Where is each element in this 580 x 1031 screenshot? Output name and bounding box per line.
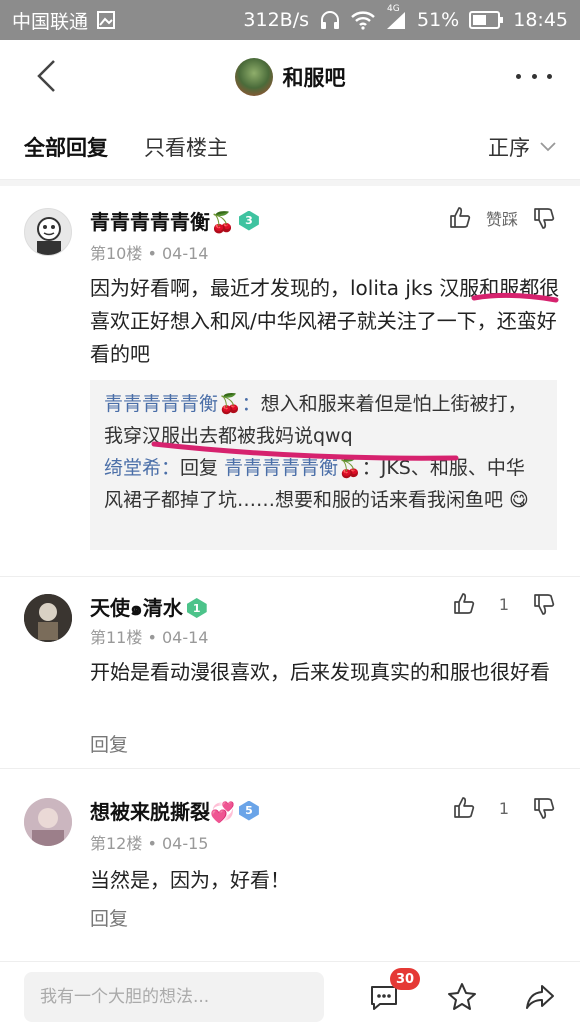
quote-author[interactable]: 绮堂希： <box>104 457 180 479</box>
floor-number: 第11楼 <box>90 628 143 647</box>
post-divider <box>0 576 580 577</box>
chevron-left-icon <box>37 60 55 92</box>
post-body: 当然是，因为，好看！ <box>90 868 290 892</box>
level-badge: 1 <box>186 598 207 618</box>
headphones-icon <box>319 9 341 31</box>
image-icon <box>96 10 116 30</box>
network-type: 4G <box>387 4 400 14</box>
battery-icon <box>469 11 504 29</box>
quote-item: 绮堂希：回复 青青青青青衡🍒：JKS、和服、中华风裙子都掉了坑……想要和服的话来… <box>104 452 543 516</box>
dislike-button[interactable] <box>532 206 556 230</box>
thumbs-down-icon <box>534 798 555 819</box>
like-count: 1 <box>498 798 510 818</box>
quote-reply-to[interactable]: 青青青青青衡🍒 <box>224 457 362 479</box>
star-icon <box>448 983 476 1010</box>
status-bar: 中国联通 312B/s 4G 51% 18:45 <box>0 0 580 40</box>
post-date: 04-15 <box>161 834 209 853</box>
favorite-button[interactable] <box>444 979 480 1015</box>
thumbs-up-icon <box>454 593 475 614</box>
clock: 18:45 <box>513 9 568 31</box>
forum-title-group[interactable]: 和服吧 <box>234 58 346 96</box>
share-icon <box>526 985 554 1009</box>
like-button[interactable] <box>452 592 476 616</box>
vote-actions: 1 <box>452 796 556 820</box>
post-body: 因为好看啊，最近才发现的，lolita jks 汉服和服都很喜欢正好想入和风/中… <box>90 276 560 366</box>
forum-avatar <box>234 58 273 96</box>
bottom-action-bar <box>0 961 580 1031</box>
comment-count-badge: 30 <box>390 968 420 990</box>
more-options-button[interactable] <box>516 64 552 88</box>
dot-icon <box>531 73 537 79</box>
post-floor-10: 青青青青青衡🍒 3 第10楼 • 04-14 赞踩 因为好看啊，最近才发现的，l… <box>0 186 580 576</box>
network-speed: 312B/s <box>243 9 309 31</box>
tab-only-op[interactable]: 只看楼主 <box>144 132 228 162</box>
username-row: 想被来脱撕裂💞 5 <box>90 796 259 825</box>
floor-number: 第12楼 <box>90 834 143 853</box>
thumbs-up-icon <box>450 207 471 228</box>
post-meta: 第12楼 • 04-15 <box>90 834 209 853</box>
top-header: 和服吧 <box>0 40 580 114</box>
username[interactable]: 天使๑清水 <box>90 592 183 624</box>
thumbs-up-icon <box>454 797 475 818</box>
floor-number: 第10楼 <box>90 244 143 263</box>
battery-percent: 51% <box>417 9 460 31</box>
thumbs-down-icon <box>534 208 555 229</box>
dislike-button[interactable] <box>532 592 556 616</box>
quote-item: 青青青青青衡🍒：想入和服来着但是怕上街被打，我穿汉服出去都被我妈说qwq <box>104 388 543 452</box>
chevron-down-icon <box>540 141 556 151</box>
sort-dropdown[interactable]: 正序 <box>488 132 556 162</box>
post-meta: 第11楼 • 04-14 <box>90 628 209 647</box>
thumbs-down-icon <box>534 594 555 615</box>
post-date: 04-14 <box>161 244 209 263</box>
post-body: 开始是看动漫很喜欢，后来发现真实的和服也很好看 <box>90 660 550 684</box>
like-button[interactable] <box>452 796 476 820</box>
post-meta: 第10楼 • 04-14 <box>90 244 209 263</box>
share-button[interactable] <box>522 979 558 1015</box>
sort-label: 正序 <box>488 135 530 160</box>
signal-icon: 4G <box>385 4 407 30</box>
quote-mid: 回复 <box>180 457 225 479</box>
wifi-icon <box>351 10 375 30</box>
post-floor-11: 天使๑清水 1 第11楼 • 04-14 1 开始是看动漫很喜欢，后来发现真实的… <box>0 578 580 768</box>
username-row: 天使๑清水 1 <box>90 592 207 624</box>
carrier-label: 中国联通 <box>12 10 89 33</box>
vote-label: 赞踩 <box>485 210 518 229</box>
quote-author[interactable]: 青青青青青衡🍒： <box>104 393 261 415</box>
dislike-button[interactable] <box>532 796 556 820</box>
avatar[interactable] <box>24 798 72 846</box>
quoted-replies[interactable]: 青青青青青衡🍒：想入和服来着但是怕上街被打，我穿汉服出去都被我妈说qwq 绮堂希… <box>90 380 557 550</box>
dot-icon <box>547 73 552 79</box>
dot-icon <box>516 73 521 79</box>
reply-filter-tabs: 全部回复 只看楼主 正序 <box>0 114 580 180</box>
forum-title: 和服吧 <box>282 66 346 90</box>
avatar[interactable] <box>24 594 72 642</box>
level-badge: 3 <box>238 210 259 231</box>
avatar[interactable] <box>24 208 72 256</box>
level-badge: 5 <box>238 800 259 821</box>
reply-button[interactable]: 回复 <box>90 730 128 757</box>
post-divider <box>0 768 580 769</box>
back-button[interactable] <box>26 56 66 96</box>
username-row: 青青青青青衡🍒 3 <box>90 206 259 235</box>
vote-actions: 1 <box>452 592 556 616</box>
username[interactable]: 青青青青青衡🍒 <box>90 206 235 235</box>
post-date: 04-14 <box>161 628 209 647</box>
post-floor-12: 想被来脱撕裂💞 5 第12楼 • 04-15 1 当然是，因为，好看！ 回复 <box>0 770 580 950</box>
reply-button[interactable]: 回复 <box>90 904 128 931</box>
like-button[interactable] <box>448 206 472 230</box>
like-count: 1 <box>498 594 510 614</box>
tab-all-replies[interactable]: 全部回复 <box>24 132 108 162</box>
comment-input[interactable] <box>24 972 324 1022</box>
vote-actions: 赞踩 <box>448 206 556 230</box>
username[interactable]: 想被来脱撕裂💞 <box>90 796 235 825</box>
